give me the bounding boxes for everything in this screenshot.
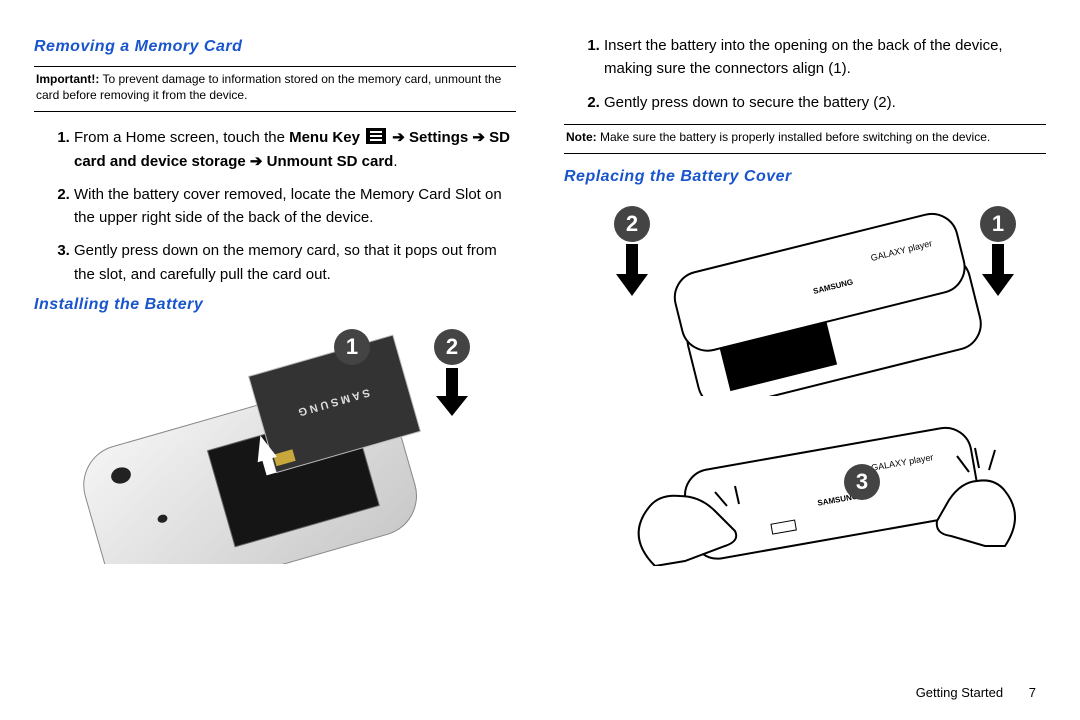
arrow-icon: ➔ (472, 129, 485, 146)
down-arrow-icon (612, 244, 652, 299)
note-text: Make sure the battery is properly instal… (597, 130, 991, 144)
callout-1: 1 (334, 329, 370, 365)
important-text: To prevent damage to information stored … (36, 72, 501, 102)
step-2: Gently press down to secure the battery … (604, 91, 1046, 114)
note-label: Note: (566, 130, 597, 144)
down-arrow-icon (432, 368, 472, 418)
cover-press-illustration: GALAXY player SAMSUNG (565, 396, 1045, 566)
step-1: From a Home screen, touch the Menu Key ➔… (74, 126, 516, 173)
callout-2: 2 (434, 329, 470, 365)
heading-replacing-cover: Replacing the Battery Cover (564, 168, 1046, 186)
manual-page: Removing a Memory Card Important!: To pr… (0, 0, 1080, 720)
note-box: Note: Make sure the battery is properly … (564, 125, 1046, 154)
memory-card-steps: From a Home screen, touch the Menu Key ➔… (34, 126, 516, 286)
menu-key-label: Menu Key (289, 129, 360, 146)
heading-removing-memory-card: Removing a Memory Card (34, 38, 516, 56)
callout-3: 3 (844, 464, 880, 500)
footer-page-number: 7 (1029, 685, 1036, 700)
step-3: Gently press down on the memory card, so… (74, 239, 516, 286)
footer-section: Getting Started (916, 685, 1003, 700)
arrow-icon: ➔ (250, 153, 263, 170)
figure-replacing-cover: GALAXY player SAMSUNG 2 1 GALAXY player … (564, 196, 1046, 566)
page-footer: Getting Started 7 (916, 685, 1036, 700)
callout-2: 2 (614, 206, 650, 242)
right-column: Insert the battery into the opening on t… (540, 30, 1046, 700)
menu-key-icon (366, 128, 386, 144)
figure-installing-battery: S A M S U N G 1 2 (34, 324, 516, 564)
step-1: Insert the battery into the opening on t… (604, 34, 1046, 81)
important-label: Important!: (36, 72, 99, 86)
step-2: With the battery cover removed, locate t… (74, 183, 516, 230)
important-note: Important!: To prevent damage to informa… (34, 67, 516, 112)
callout-1: 1 (980, 206, 1016, 242)
down-arrow-icon (978, 244, 1018, 299)
left-column: Removing a Memory Card Important!: To pr… (34, 30, 540, 700)
install-battery-steps: Insert the battery into the opening on t… (564, 34, 1046, 114)
heading-installing-battery: Installing the Battery (34, 296, 516, 314)
arrow-icon: ➔ (392, 129, 405, 146)
